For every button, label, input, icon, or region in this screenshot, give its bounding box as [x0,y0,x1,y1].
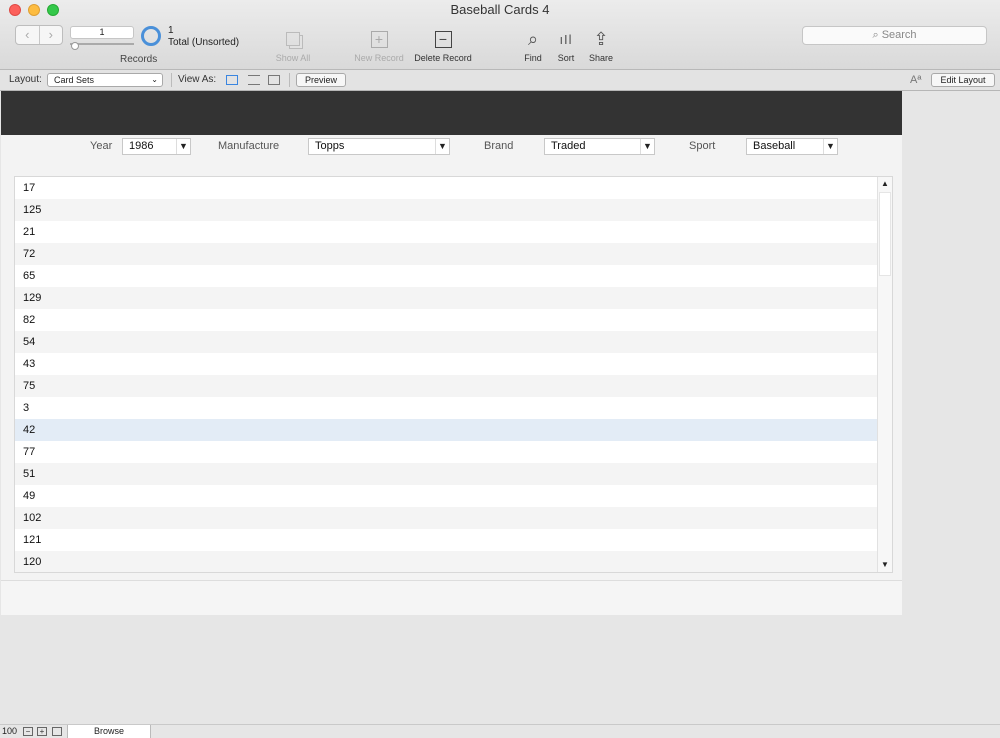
layout-label: Layout: [9,74,42,85]
next-record-icon[interactable]: › [40,26,63,44]
list-row[interactable]: 82 [15,309,878,331]
search-icon: ⌕ [872,29,879,41]
sport-select[interactable]: Baseball ▼ [746,138,838,155]
scroll-thumb[interactable] [879,192,891,276]
list-row[interactable]: 125 [15,199,878,221]
form-view-icon[interactable] [226,75,238,85]
record-slider[interactable] [70,43,134,45]
search-placeholder: Search [881,29,917,41]
layout-bar: Layout: Card Sets ⌄ View As: Preview Aª … [0,70,1000,91]
list-row[interactable]: 42 [15,419,878,441]
sort-button[interactable]: ıIl Sort [553,25,579,64]
plus-icon: + [370,30,388,48]
list-row[interactable]: 51 [15,463,878,485]
divider [289,73,290,87]
total-label: Total (Unsorted) [168,37,240,48]
card-set-portal[interactable]: 17 125 21 72 65 129 82 54 43 75 3 42 77 51 49 102 121 120… [14,176,893,573]
year-select[interactable]: 1986 ▼ [122,138,191,155]
share-icon: ⇪ [593,28,609,49]
share-button[interactable]: ⇪ Share [586,25,616,64]
footer-band [1,580,902,615]
list-row[interactable]: 121 [15,529,878,551]
list-row[interactable]: 43 [15,353,878,375]
list-row[interactable]: 72 [15,243,878,265]
header-band [1,91,902,135]
show-all-button[interactable]: Show All [270,25,316,63]
table-view-icon[interactable] [268,75,280,85]
year-label: Year [90,140,113,152]
list-view-icon[interactable] [248,75,260,85]
toggle-toolbar-icon[interactable] [52,727,62,736]
zoom-in-icon[interactable]: + [37,727,47,736]
window-title: Baseball Cards 4 [450,2,550,17]
sport-label: Sport [689,140,716,152]
window-toolbar: Baseball Cards 4 ‹ › 1 Records 1 Total (… [0,0,1000,70]
previous-record-icon[interactable]: ‹ [16,26,40,44]
list-row[interactable]: 3 [15,397,878,419]
found-count: 1 [168,25,174,36]
edit-layout-button[interactable]: Edit Layout [931,73,995,87]
manufacture-select[interactable]: Topps ▼ [308,138,450,155]
view-as-label: View As: [178,74,217,85]
preview-button[interactable]: Preview [296,73,346,87]
text-format-icon[interactable]: Aª [910,70,921,90]
dropdown-arrow-icon: ▼ [823,139,837,154]
scroll-up-icon[interactable]: ▲ [878,177,892,191]
show-all-icon [286,32,300,46]
found-set-pie-icon[interactable] [141,26,161,46]
list-row[interactable]: 120 [15,551,878,572]
find-button[interactable]: ⌕ Find [518,25,548,64]
dropdown-arrow-icon: ▼ [640,139,654,154]
list-row[interactable]: 102 [15,507,878,529]
layout-select[interactable]: Card Sets ⌄ [47,73,163,87]
list-row[interactable]: 49 [15,485,878,507]
sort-bars-icon: ıIl [559,31,573,47]
list-row[interactable]: 75 [15,375,878,397]
zoom-out-icon[interactable]: − [23,727,33,736]
list-row[interactable]: 77 [15,441,878,463]
chevron-down-icon: ⌄ [151,75,158,84]
delete-record-button[interactable]: − Delete Record [412,25,474,63]
manufacture-label: Manufacture [218,140,280,152]
record-navigation: ‹ › [15,25,63,45]
search-field[interactable]: ⌕ Search [802,26,987,45]
status-bar: 100 − + Browse [0,724,1000,738]
list-row[interactable]: 21 [15,221,878,243]
record-slider-knob[interactable] [71,42,79,50]
magnifier-icon: ⌕ [527,28,539,49]
scroll-down-icon[interactable]: ▼ [878,558,892,572]
list-row[interactable]: 65 [15,265,878,287]
minus-icon: − [434,30,452,48]
list-row[interactable]: 129 [15,287,878,309]
record-count-info: 1 Total (Unsorted) [168,25,239,49]
current-record-field[interactable]: 1 [70,26,134,39]
list-row[interactable]: 17 [15,177,878,199]
records-label: Records [120,54,158,65]
list-row[interactable]: 54 [15,331,878,353]
brand-select[interactable]: Traded ▼ [544,138,655,155]
mode-popup[interactable]: Browse [67,725,151,738]
portal-scrollbar[interactable]: ▲ ▼ [877,177,892,572]
layout-select-value: Card Sets [54,75,95,85]
dropdown-arrow-icon: ▼ [435,139,449,154]
new-record-button[interactable]: + New Record [352,25,406,63]
dropdown-arrow-icon: ▼ [176,139,190,154]
layout-content: Year 1986 ▼ Manufacture Topps ▼ Brand Tr… [1,91,902,615]
zoom-level[interactable]: 100 [2,725,17,738]
divider [171,73,172,87]
brand-label: Brand [484,140,514,152]
